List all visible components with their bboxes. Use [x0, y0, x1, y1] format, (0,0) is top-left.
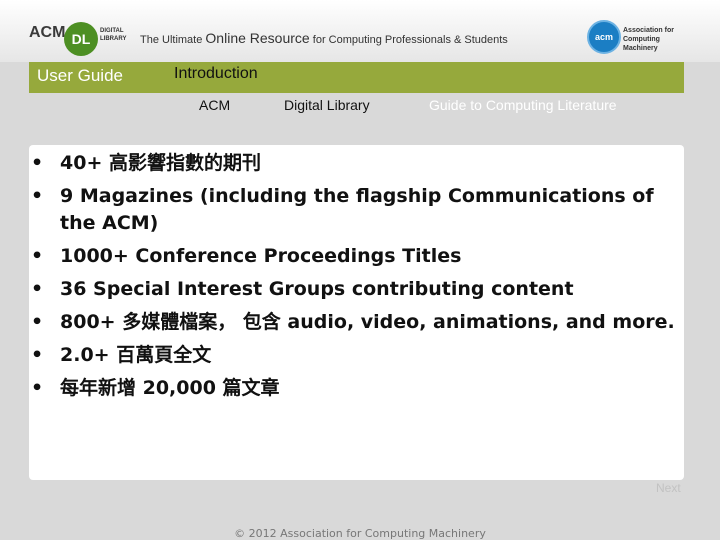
bullet-icon: • — [31, 185, 44, 207]
tagline-pre: The Ultimate — [140, 34, 203, 46]
bullet-icon: • — [31, 311, 44, 333]
list-item: • 2.0+ 百萬頁全文 — [29, 342, 679, 369]
section-title: Introduction — [174, 65, 258, 82]
list-item: • 40+ 高影響指數的期刊 — [29, 150, 679, 177]
copyright-footer: © 2012 Association for Computing Machine… — [234, 527, 486, 540]
list-item: • 1000+ Conference Proceedings Titles — [29, 243, 679, 270]
dl-logo-subtitle: DIGITAL LIBRARY — [100, 28, 127, 42]
bullet-icon: • — [31, 377, 44, 399]
header-banner: ACM DL DIGITAL LIBRARY The Ultimate Onli… — [0, 0, 720, 62]
acm-org-logo-icon: acm — [587, 20, 621, 54]
bullet-icon: • — [31, 344, 44, 366]
list-item: • 800+ 多媒體檔案， 包含 audio, video, animations… — [29, 309, 679, 336]
tagline: The Ultimate Online Resource for Computi… — [140, 30, 508, 46]
tab-guide-to-computing-literature[interactable]: Guide to Computing Literature — [429, 97, 617, 113]
bullet-text: 36 Special Interest Groups contributing … — [60, 278, 574, 300]
tab-acm[interactable]: ACM — [199, 97, 230, 113]
content-panel: • 40+ 高影響指數的期刊 • 9 Magazines (including th… — [29, 145, 684, 480]
bullet-text: 每年新增 20,000 篇文章 — [60, 377, 280, 399]
bullet-icon: • — [31, 245, 44, 267]
list-item: • 36 Special Interest Groups contributing… — [29, 276, 679, 303]
bullet-icon: • — [31, 278, 44, 300]
tagline-big: Online Resource — [205, 30, 310, 46]
bullet-text: 40+ 高影響指數的期刊 — [60, 152, 261, 174]
acm-logo: ACM — [29, 24, 66, 41]
title-bar: User Guide Introduction — [29, 62, 684, 93]
user-guide-label: User Guide — [37, 66, 123, 85]
list-item: • 9 Magazines (including the flagship Com… — [29, 183, 679, 237]
list-item: • 每年新增 20,000 篇文章 — [29, 375, 679, 402]
tab-digital-library[interactable]: Digital Library — [284, 97, 370, 113]
acm-org-name: Association for Computing Machinery — [623, 27, 674, 52]
bullet-list: • 40+ 高影響指數的期刊 • 9 Magazines (including th… — [29, 150, 679, 408]
bullet-text: 2.0+ 百萬頁全文 — [60, 344, 212, 366]
next-link[interactable]: Next — [656, 481, 681, 495]
bullet-text: 1000+ Conference Proceedings Titles — [60, 245, 462, 267]
bullet-icon: • — [31, 152, 44, 174]
tab-bar: ACM Digital Library Guide to Computing L… — [0, 97, 720, 119]
tagline-post: for Computing Professionals & Students — [312, 34, 508, 46]
bullet-text: 800+ 多媒體檔案， 包含 audio, video, animations,… — [60, 311, 675, 333]
dl-logo-icon: DL — [64, 22, 98, 56]
bullet-text: 9 Magazines (including the flagship Comm… — [60, 185, 654, 234]
